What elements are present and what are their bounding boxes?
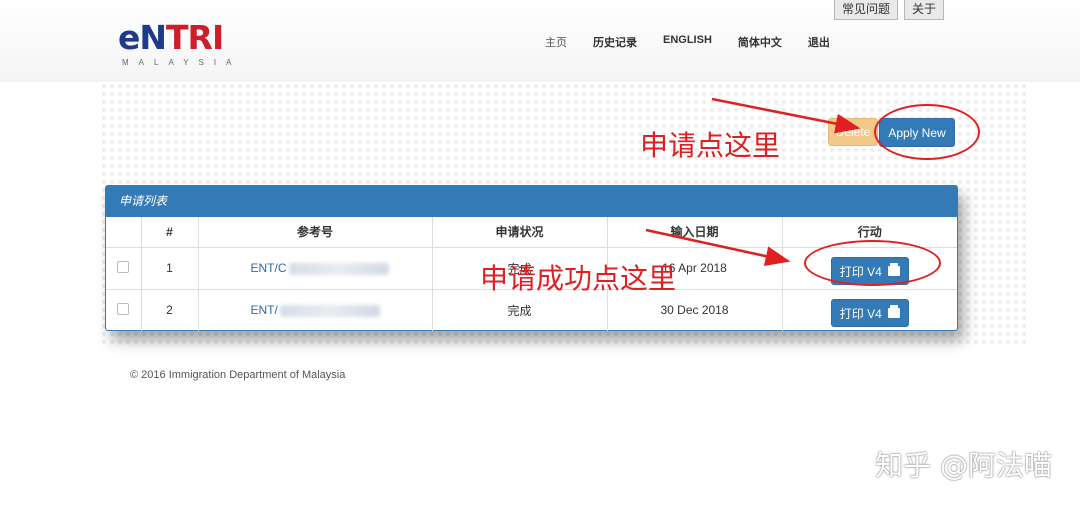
copyright-footer: © 2016 Immigration Department of Malaysi… — [130, 369, 346, 381]
row-reference-cell: ENT/C — [198, 246, 433, 289]
row-reference[interactable]: ENT/C — [251, 261, 287, 275]
annotation-circle-print — [804, 240, 941, 286]
annotation-print-hint: 申请成功点这里 — [480, 262, 677, 295]
main-nav: 主页 历史记录 ENGLISH 简体中文 退出 — [545, 34, 856, 50]
row-number: 1 — [141, 246, 199, 289]
logo-letter-e: e — [118, 18, 140, 57]
row-number: 2 — [141, 288, 199, 331]
logo-subtitle: MALAYSIA — [122, 58, 242, 67]
row-checkbox-cell — [106, 288, 142, 331]
delete-button[interactable]: Delete — [828, 118, 878, 146]
header-number: # — [141, 217, 199, 248]
annotation-circle-apply — [874, 104, 980, 160]
zhihu-watermark: 知乎 @阿法喵 — [875, 449, 1052, 482]
row-checkbox[interactable] — [117, 260, 130, 273]
nav-simplified-chinese[interactable]: 简体中文 — [738, 34, 782, 50]
logo-letter-t: T — [166, 18, 188, 57]
row-reference-cell: ENT/ — [198, 288, 433, 331]
redacted-reference — [279, 305, 380, 318]
header-status: 申请状况 — [432, 217, 608, 248]
header-date: 输入日期 — [607, 217, 783, 248]
nav-english[interactable]: ENGLISH — [663, 34, 712, 50]
row-checkbox-cell — [106, 246, 142, 289]
row-checkbox[interactable] — [117, 302, 130, 315]
about-link[interactable]: 关于 — [903, 0, 944, 20]
logo-wordmark: e N T RI — [118, 20, 250, 56]
print-button-label: 打印 V4 — [839, 306, 882, 321]
header-reference: 参考号 — [198, 217, 433, 248]
nav-logout[interactable]: 退出 — [808, 34, 830, 50]
logo-letter-n: N — [139, 18, 167, 57]
top-links: 常见问题 关于 — [833, 0, 944, 20]
nav-history[interactable]: 历史记录 — [593, 34, 637, 50]
nav-home[interactable]: 主页 — [545, 34, 567, 50]
panel-title: 申请列表 — [106, 186, 957, 217]
row-action-cell: 打印 V4 — [782, 288, 957, 331]
annotation-apply-hint: 申请点这里 — [640, 129, 781, 162]
printer-icon — [887, 305, 900, 319]
redacted-reference — [288, 262, 389, 275]
entri-logo[interactable]: e N T RI MALAYSIA — [118, 20, 250, 70]
logo-letters-ri: RI — [187, 18, 225, 57]
row-reference[interactable]: ENT/ — [251, 303, 278, 317]
header-select — [106, 217, 142, 248]
faq-link[interactable]: 常见问题 — [833, 0, 898, 20]
table-header-row: # 参考号 申请状况 输入日期 行动 — [106, 217, 957, 248]
print-v4-button[interactable]: 打印 V4 — [830, 299, 909, 328]
